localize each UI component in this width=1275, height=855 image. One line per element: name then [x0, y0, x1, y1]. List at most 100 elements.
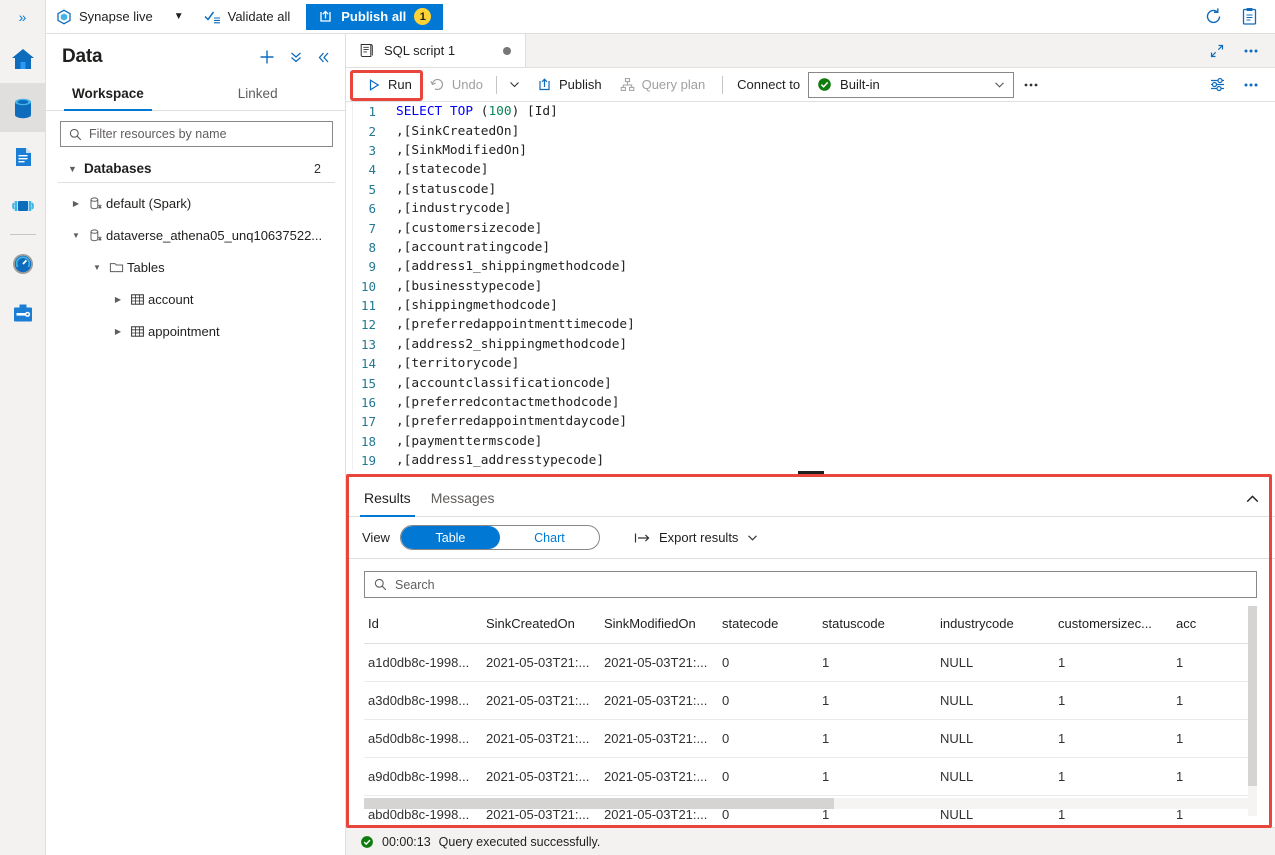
- export-results-label: Export results: [658, 530, 739, 545]
- collapse-results-button[interactable]: [1244, 491, 1275, 516]
- pipeline-icon: [10, 193, 36, 219]
- code-text: ,[accountratingcode]: [396, 239, 551, 255]
- rail-item-data[interactable]: [0, 83, 46, 132]
- results-search-box[interactable]: [364, 571, 1257, 598]
- results-table-head: Id SinkCreatedOn SinkModifiedOn statecode st…: [364, 606, 1254, 644]
- column-header[interactable]: acc: [1172, 606, 1254, 644]
- global-toolbar-right: [1197, 2, 1275, 32]
- results-search-input[interactable]: [395, 577, 1247, 592]
- table-row[interactable]: a5d0db8c-1998... 2021-05-03T21:... 2021-05…: [364, 719, 1254, 758]
- properties-button[interactable]: [1201, 70, 1233, 100]
- expand-nav-icon[interactable]: »: [0, 0, 46, 34]
- document-tab-sql-script-1[interactable]: SQL script 1: [346, 34, 526, 67]
- results-vertical-scrollbar[interactable]: [1248, 606, 1257, 816]
- code-lines[interactable]: 1 SELECT TOP (100) [Id] 2 ,[SinkCreatedOn] 3…: [346, 102, 1275, 477]
- rail-divider: [9, 234, 36, 235]
- table-cell: a5d0db8c-1998...: [364, 719, 482, 758]
- more-actions-icon[interactable]: [288, 49, 304, 65]
- databases-section-header[interactable]: ▼ Databases 2: [58, 155, 335, 183]
- tree-item-account[interactable]: ▶ account: [46, 283, 345, 315]
- feedback-button[interactable]: [1233, 2, 1265, 32]
- tab-messages[interactable]: Messages: [421, 490, 505, 516]
- tree-item-default-spark[interactable]: ▶ default (Spark): [46, 187, 345, 219]
- ellipsis-icon: [1022, 76, 1040, 94]
- vertical-scroll-thumb[interactable]: [1248, 606, 1257, 786]
- code-line: 12 ,[preferredappointmenttimecode]: [346, 315, 1275, 334]
- code-line: 1 SELECT TOP (100) [Id]: [346, 102, 1275, 121]
- tree-item-tables-folder[interactable]: ▼ Tables: [46, 251, 345, 283]
- rail-item-develop[interactable]: [0, 132, 46, 181]
- column-header[interactable]: Id: [364, 606, 482, 644]
- tab-results[interactable]: Results: [354, 490, 421, 517]
- view-option-chart[interactable]: Chart: [500, 526, 599, 549]
- table-cell: 2021-05-03T21:...: [482, 719, 600, 758]
- code-line: 6 ,[industrycode]: [346, 199, 1275, 218]
- connection-more-button[interactable]: [1014, 71, 1048, 99]
- column-header[interactable]: statecode: [718, 606, 818, 644]
- results-horizontal-scrollbar[interactable]: [364, 798, 1251, 809]
- rail-item-manage[interactable]: [0, 288, 46, 337]
- rail-item-monitor[interactable]: [0, 239, 46, 288]
- code-text: ,[address2_shippingmethodcode]: [396, 336, 628, 352]
- table-cell: 1: [818, 757, 936, 796]
- publish-button[interactable]: Publish: [528, 71, 611, 99]
- editor-overflow-icon[interactable]: [1235, 70, 1267, 100]
- view-option-table-label: Table: [435, 530, 466, 545]
- filter-box[interactable]: [60, 121, 333, 147]
- add-resource-button[interactable]: [258, 48, 276, 66]
- column-header[interactable]: statuscode: [818, 606, 936, 644]
- collapse-panel-icon[interactable]: [316, 50, 331, 65]
- splitter-handle[interactable]: [797, 471, 824, 475]
- view-option-table[interactable]: Table: [400, 526, 500, 549]
- status-message: Query executed successfully.: [438, 834, 601, 849]
- table-row[interactable]: a1d0db8c-1998... 2021-05-03T21:... 2021-05…: [364, 643, 1254, 682]
- table-cell: 1: [818, 681, 936, 720]
- tab-more-icon[interactable]: [1235, 36, 1267, 66]
- chevron-collapsed-icon[interactable]: ▶: [110, 295, 126, 304]
- connect-to-dropdown[interactable]: Built-in: [808, 71, 1015, 98]
- filter-input[interactable]: [89, 127, 324, 141]
- tab-workspace[interactable]: Workspace: [54, 78, 162, 111]
- undo-label: Undo: [451, 77, 483, 92]
- synapse-live-selector[interactable]: Synapse live ▼: [46, 0, 194, 34]
- run-label: Run: [388, 77, 412, 92]
- refresh-button[interactable]: [1197, 2, 1229, 32]
- horizontal-scroll-thumb[interactable]: [364, 798, 834, 809]
- undo-options-button[interactable]: [501, 71, 528, 99]
- tree-item-dataverse-db[interactable]: ▼ dataverse_athena05_unq10637522...: [46, 219, 345, 251]
- table-cell: 1: [1054, 643, 1172, 682]
- code-line: 15 ,[accountclassificationcode]: [346, 373, 1275, 392]
- table-row[interactable]: a3d0db8c-1998... 2021-05-03T21:... 2021-05…: [364, 681, 1254, 720]
- column-header[interactable]: SinkModifiedOn: [600, 606, 718, 644]
- tab-linked[interactable]: Linked: [220, 78, 296, 110]
- column-header[interactable]: industrycode: [936, 606, 1054, 644]
- export-results-button[interactable]: Export results: [624, 524, 769, 552]
- code-text: ,[industrycode]: [396, 201, 512, 217]
- tree-item-appointment[interactable]: ▶ appointment: [46, 315, 345, 347]
- chevron-collapsed-icon[interactable]: ▶: [68, 199, 84, 208]
- sql-editor[interactable]: 1 SELECT TOP (100) [Id] 2 ,[SinkCreatedOn] 3…: [346, 102, 1275, 477]
- code-line: 7 ,[customersizecode]: [346, 218, 1275, 237]
- run-button[interactable]: Run: [358, 71, 421, 99]
- table-cell: 2021-05-03T21:...: [600, 643, 718, 682]
- column-header[interactable]: SinkCreatedOn: [482, 606, 600, 644]
- databases-label: Databases: [84, 161, 152, 176]
- chevron-collapsed-icon[interactable]: ▶: [110, 327, 126, 336]
- view-toggle-group: Table Chart: [399, 525, 600, 550]
- chevron-expanded-icon[interactable]: ▼: [68, 231, 84, 240]
- code-text: ,[paymenttermscode]: [396, 433, 543, 449]
- table-cell: 0: [718, 643, 818, 682]
- chevron-expanded-icon[interactable]: ▼: [89, 263, 105, 272]
- code-line: 13 ,[address2_shippingmethodcode]: [346, 335, 1275, 354]
- maximize-editor-button[interactable]: [1201, 36, 1233, 66]
- publish-all-button[interactable]: Publish all 1: [306, 3, 444, 30]
- command-bar-right: [1201, 70, 1275, 100]
- code-text: ,[territorycode]: [396, 356, 520, 372]
- rail-item-integrate[interactable]: [0, 181, 46, 230]
- column-header[interactable]: customersizec...: [1054, 606, 1172, 644]
- success-check-icon: [817, 77, 832, 92]
- table-row[interactable]: a9d0db8c-1998... 2021-05-03T21:... 2021-05…: [364, 757, 1254, 796]
- rail-item-home[interactable]: [0, 34, 46, 83]
- validate-all-button[interactable]: Validate all: [194, 0, 301, 34]
- tab-messages-label: Messages: [430, 490, 495, 506]
